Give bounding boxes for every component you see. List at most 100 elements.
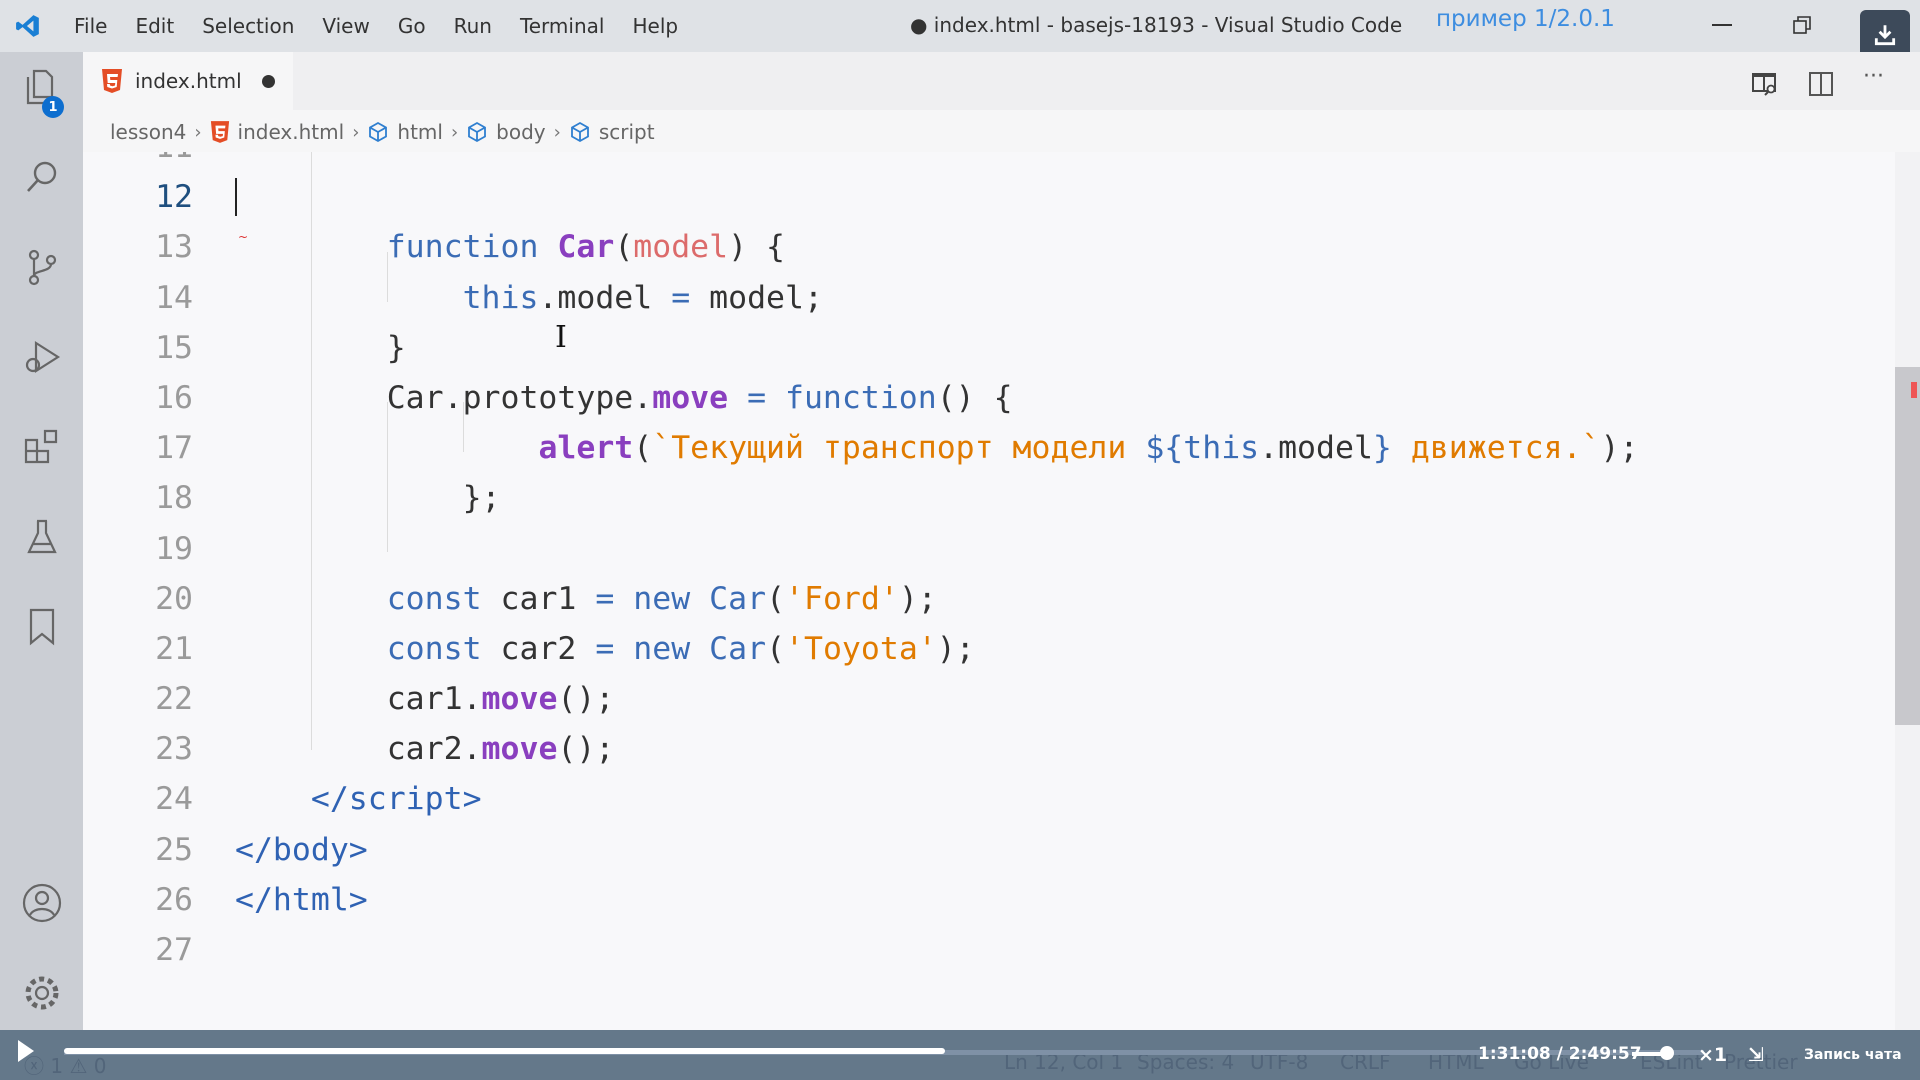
symbol-element-icon xyxy=(369,121,388,143)
status-bar: ⓧ 1 ⚠ 0 Ln 12, Col 1 Spaces: 4 UTF-8 CRL… xyxy=(0,1030,1920,1080)
menu-help[interactable]: Help xyxy=(618,14,692,38)
line-number: 11 xyxy=(123,152,193,172)
accounts-button[interactable] xyxy=(0,868,83,938)
code-line[interactable]: 18 }; xyxy=(83,473,1895,523)
line-number: 19 xyxy=(155,530,193,567)
code-token: const xyxy=(386,630,482,667)
split-editor-icon[interactable] xyxy=(1809,72,1833,96)
code-line[interactable]: 13 function Car(model) { xyxy=(83,222,1895,272)
testing-button[interactable] xyxy=(0,502,83,572)
code-token: Car xyxy=(709,580,767,617)
code-token: car1 xyxy=(481,580,596,617)
code-token: .model xyxy=(538,279,672,316)
line-number: 20 xyxy=(155,580,193,617)
code-line[interactable]: 26 </html> xyxy=(83,875,1895,925)
video-time: 1:31:08 / 2:49:57 xyxy=(1478,1044,1642,1064)
line-number: 16 xyxy=(155,379,193,416)
code-token: car2 xyxy=(481,630,596,667)
code-token: new xyxy=(633,580,691,617)
code-line[interactable]: 23 car2.move(); xyxy=(83,724,1895,774)
chat-record-button[interactable]: Запись чата xyxy=(1804,1047,1902,1063)
line-number: 12 xyxy=(155,179,193,216)
error-count-value: 1 xyxy=(50,1054,64,1078)
code-token: Car xyxy=(557,229,615,266)
bookmarks-button[interactable] xyxy=(0,592,83,662)
window-title: ● index.html - basejs-18193 - Visual Stu… xyxy=(910,13,1403,37)
settings-button[interactable] xyxy=(0,958,83,1028)
line-number: 27 xyxy=(155,932,193,968)
tab-bar: index.html ··· xyxy=(83,52,1920,110)
code-text: const car1 = new Car('Ford'); xyxy=(235,574,937,624)
menu-file[interactable]: File xyxy=(60,14,121,38)
code-line[interactable]: 22 car1.move(); xyxy=(83,674,1895,724)
minimize-button[interactable] xyxy=(1712,24,1732,26)
run-debug-button[interactable] xyxy=(0,322,83,392)
code-text: const car2 = new Car('Toyota'); xyxy=(235,624,975,674)
code-token: car1. xyxy=(235,681,482,718)
code-token: = xyxy=(747,379,767,416)
code-token: } xyxy=(235,329,406,366)
code-token: Car.prototype. xyxy=(235,379,653,416)
code-line[interactable]: 11 xyxy=(83,152,1895,172)
extensions-button[interactable] xyxy=(0,412,83,482)
open-preview-icon[interactable] xyxy=(1752,72,1778,96)
source-control-button[interactable] xyxy=(0,232,83,302)
more-actions-icon[interactable]: ··· xyxy=(1863,64,1884,89)
breadcrumb-html[interactable]: html xyxy=(397,120,443,144)
breadcrumb: lesson4 › index.html › html › body › scr… xyxy=(110,112,655,152)
scrollbar-thumb[interactable] xyxy=(1895,367,1920,725)
line-number: 25 xyxy=(155,831,193,868)
code-token: (); xyxy=(557,681,615,718)
code-line[interactable]: 14 this.model = model; xyxy=(83,273,1895,323)
vertical-scrollbar[interactable] xyxy=(1895,152,1920,1030)
code-line[interactable]: 17 alert(`Текущий транспорт модели ${thi… xyxy=(83,423,1895,473)
menu-terminal[interactable]: Terminal xyxy=(506,14,619,38)
breadcrumb-script[interactable]: script xyxy=(599,120,655,144)
code-line[interactable]: 21 const car2 = new Car('Toyota'); xyxy=(83,624,1895,674)
code-line[interactable]: 12 ~ xyxy=(83,172,1895,244)
code-token: ( xyxy=(766,630,786,667)
code-token: model; xyxy=(690,279,823,316)
code-token: this xyxy=(1183,430,1260,467)
code-token: ${ xyxy=(1145,430,1184,467)
code-line[interactable]: 27 xyxy=(83,925,1895,975)
menu-go[interactable]: Go xyxy=(384,14,440,38)
line-number: 17 xyxy=(155,430,193,467)
playback-speed[interactable]: ×1 xyxy=(1698,1044,1727,1066)
restore-button[interactable] xyxy=(1793,16,1811,34)
code-line[interactable]: 25 </body> xyxy=(83,825,1895,875)
code-token: move xyxy=(481,681,558,718)
code-token: move xyxy=(652,379,729,416)
code-line[interactable]: 24 </script> xyxy=(83,774,1895,824)
menu-selection[interactable]: Selection xyxy=(188,14,308,38)
text-cursor xyxy=(235,178,237,217)
vscode-logo-icon xyxy=(0,0,56,52)
volume-knob[interactable] xyxy=(1660,1046,1674,1060)
menu-edit[interactable]: Edit xyxy=(121,14,188,38)
code-text: }; xyxy=(235,473,501,523)
breadcrumb-folder[interactable]: lesson4 xyxy=(110,120,186,144)
menu-run[interactable]: Run xyxy=(440,14,506,38)
code-text: function Car(model) { xyxy=(235,222,785,272)
breadcrumb-file[interactable]: index.html xyxy=(238,120,345,144)
fullscreen-exit-icon[interactable]: ⇲ xyxy=(1748,1044,1764,1066)
line-number: 23 xyxy=(155,731,193,768)
code-line[interactable]: 20 const car1 = new Car('Ford'); xyxy=(83,574,1895,624)
code-token: ); xyxy=(936,630,975,667)
explorer-button[interactable]: 1 xyxy=(0,52,83,122)
play-icon[interactable] xyxy=(18,1040,34,1062)
unsaved-dot-icon[interactable] xyxy=(261,74,275,88)
code-token: function xyxy=(785,379,937,416)
search-button[interactable] xyxy=(0,142,83,212)
code-line[interactable]: 16 Car.prototype.move = function() { xyxy=(83,373,1895,423)
code-line[interactable]: 15 } xyxy=(83,323,1895,373)
video-progress-fill[interactable] xyxy=(64,1048,945,1054)
menu-view[interactable]: View xyxy=(308,14,383,38)
breadcrumb-body[interactable]: body xyxy=(496,120,545,144)
code-editor[interactable]: 1112~13 function Car(model) {14 this.mod… xyxy=(83,152,1895,1030)
code-token: ); xyxy=(898,580,937,617)
tab-index-html[interactable]: index.html xyxy=(83,52,293,110)
code-line[interactable]: 19 xyxy=(83,524,1895,574)
